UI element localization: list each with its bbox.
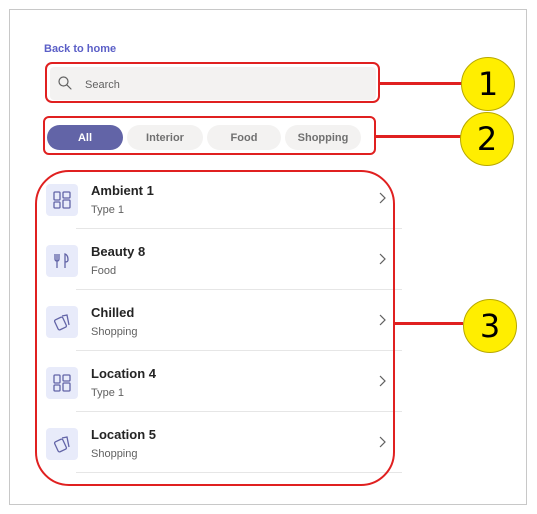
callout-badge-2: 2 (460, 112, 514, 166)
highlight-search (45, 62, 380, 103)
callout-connector-3 (395, 322, 463, 325)
callout-connector-1 (380, 82, 464, 85)
back-to-home-link[interactable]: Back to home (44, 43, 116, 55)
highlight-list (35, 170, 395, 486)
callout-connector-2 (376, 135, 462, 138)
callout-badge-1: 1 (461, 57, 515, 111)
callout-badge-3: 3 (463, 299, 517, 353)
highlight-filters (43, 116, 376, 155)
